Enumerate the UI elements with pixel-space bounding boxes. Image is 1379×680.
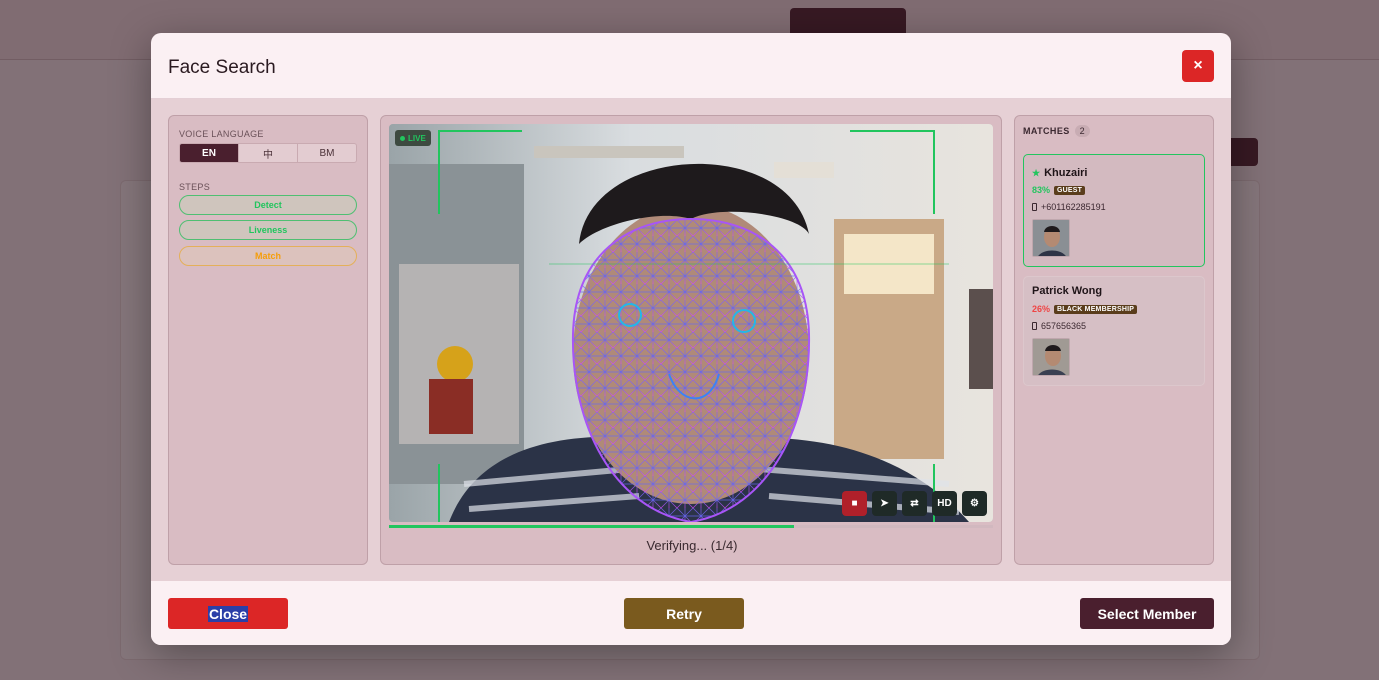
phone-icon [1032, 322, 1037, 330]
step-liveness: Liveness [179, 220, 357, 240]
live-label: LIVE [408, 133, 426, 143]
step-match: Match [179, 246, 357, 266]
live-dot-icon [400, 135, 405, 141]
match-card-patrick-wong[interactable]: Patrick Wong 26% BLACK MEMBERSHIP 657656… [1023, 276, 1205, 386]
match-phone: 657656365 [1041, 321, 1087, 331]
close-button[interactable]: Close [168, 598, 288, 629]
switch-camera-button[interactable]: ⇄ [902, 491, 927, 516]
match-score-row: 26% BLACK MEMBERSHIP [1032, 304, 1138, 314]
membership-tag: GUEST [1054, 185, 1086, 195]
best-match-star-icon: ★ [1032, 167, 1041, 178]
match-phone-row: +601162285191 [1032, 202, 1106, 212]
camera-feed: LIVE ■ ➤ ⇄ HD ⚙ [389, 124, 993, 522]
camera-frame-image [389, 124, 993, 522]
match-name: Khuzairi [1044, 167, 1088, 179]
match-photo-thumbnail [1032, 338, 1070, 376]
match-name-row: Patrick Wong [1032, 285, 1102, 297]
phone-icon [1032, 203, 1037, 211]
camera-panel: LIVE ■ ➤ ⇄ HD ⚙ Verifying... (1/4) [380, 115, 1002, 565]
language-option-en[interactable]: EN [180, 144, 239, 162]
modal-body: VOICE LANGUAGE EN 中 BM STEPS Detect Live… [151, 99, 1231, 581]
modal-header: Face Search × [151, 33, 1231, 99]
stop-recording-button[interactable]: ■ [842, 491, 867, 516]
matches-count-badge: 2 [1074, 125, 1090, 137]
select-member-button[interactable]: Select Member [1080, 598, 1214, 629]
membership-tag: BLACK MEMBERSHIP [1054, 304, 1138, 314]
language-option-zh[interactable]: 中 [239, 144, 298, 162]
modal-footer: Close Retry Select Member [151, 581, 1231, 645]
match-name-row: ★ Khuzairi [1032, 167, 1087, 179]
hd-toggle-button[interactable]: HD [932, 491, 957, 516]
steps-label: STEPS [179, 182, 211, 192]
verification-status: Verifying... (1/4) [646, 538, 738, 553]
match-score: 83% [1032, 185, 1051, 195]
retry-button[interactable]: Retry [624, 598, 744, 629]
modal-title: Face Search [168, 57, 276, 78]
step-detect: Detect [179, 195, 357, 215]
settings-panel: VOICE LANGUAGE EN 中 BM STEPS Detect Live… [168, 115, 368, 565]
match-phone: +601162285191 [1041, 202, 1106, 212]
match-photo-thumbnail [1032, 219, 1070, 257]
matches-header: MATCHES 2 [1023, 125, 1090, 137]
video-controls: ■ ➤ ⇄ HD ⚙ [842, 491, 987, 516]
language-option-bm[interactable]: BM [298, 144, 356, 162]
matches-title: MATCHES [1023, 126, 1070, 136]
voice-language-label: VOICE LANGUAGE [179, 129, 264, 139]
match-score: 26% [1032, 304, 1051, 314]
match-name: Patrick Wong [1032, 285, 1103, 297]
voice-language-selector: EN 中 BM [179, 143, 357, 163]
live-badge: LIVE [395, 130, 431, 146]
match-card-khuzairi[interactable]: ★ Khuzairi 83% GUEST +601162285191 [1023, 154, 1205, 267]
verification-progress-fill [389, 525, 794, 528]
face-search-modal: Face Search × VOICE LANGUAGE EN 中 BM STE… [151, 33, 1231, 645]
match-score-row: 83% GUEST [1032, 185, 1086, 195]
send-icon-button[interactable]: ➤ [872, 491, 897, 516]
close-button-label: Close [207, 605, 249, 622]
match-phone-row: 657656365 [1032, 321, 1086, 331]
settings-gear-button[interactable]: ⚙ [962, 491, 987, 516]
verification-progress-bar [389, 525, 993, 528]
close-icon-button[interactable]: × [1182, 50, 1214, 82]
matches-panel: MATCHES 2 ★ Khuzairi 83% GUEST +60116228… [1014, 115, 1214, 565]
